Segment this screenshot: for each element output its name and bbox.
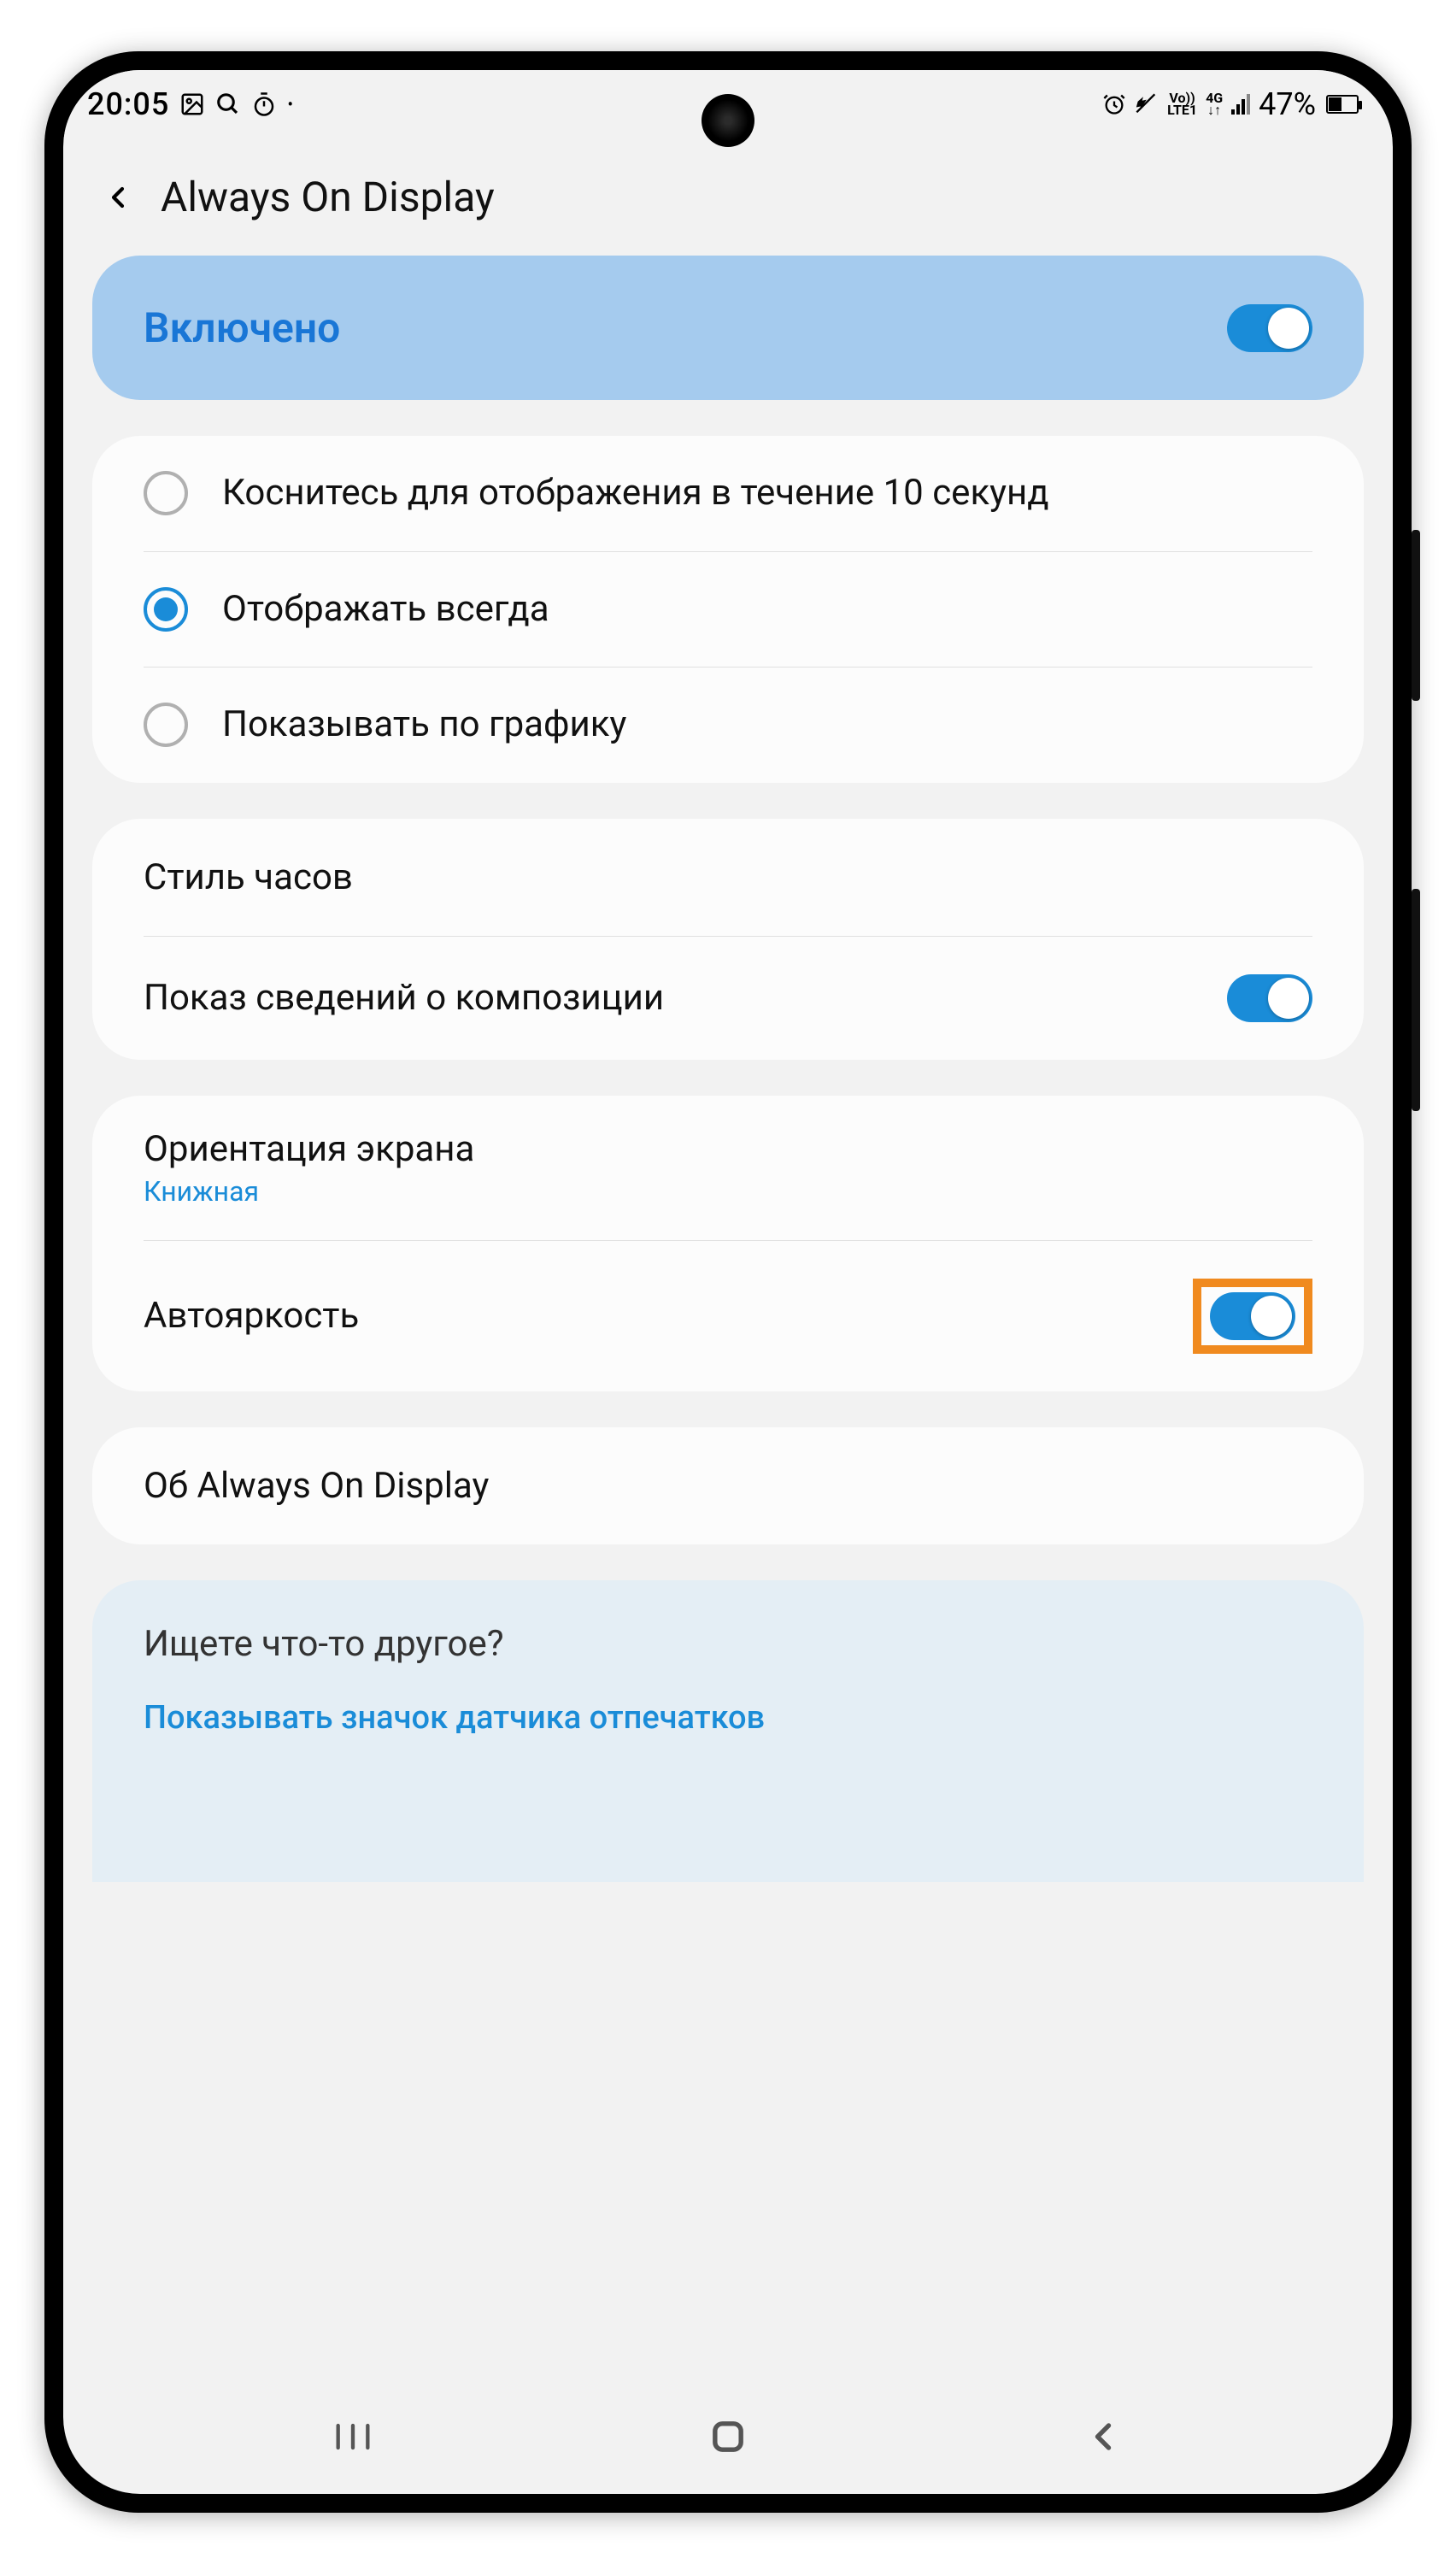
display-mode-card: Коснитесь для отображения в течение 10 с… bbox=[92, 436, 1364, 783]
enabled-label: Включено bbox=[144, 303, 340, 352]
enabled-card[interactable]: Включено bbox=[92, 256, 1364, 400]
music-info-toggle[interactable] bbox=[1227, 974, 1312, 1022]
help-title: Ищете что-то другое? bbox=[144, 1623, 1312, 1665]
vibrate-icon bbox=[1135, 92, 1159, 116]
about-card: Об Always On Display bbox=[92, 1427, 1364, 1544]
radio-icon bbox=[144, 703, 188, 747]
setting-label: Стиль часов bbox=[144, 856, 353, 898]
screen: 20:05 • Vo))LTE1 bbox=[63, 70, 1393, 2494]
radio-icon bbox=[144, 471, 188, 515]
settings-card-1: Стиль часов Показ сведений о композиции bbox=[92, 819, 1364, 1060]
home-icon[interactable] bbox=[706, 2414, 750, 2462]
alarm-icon bbox=[1102, 92, 1126, 116]
volume-button bbox=[1412, 530, 1420, 701]
radio-label: Отображать всегда bbox=[222, 586, 549, 633]
network-icon: 4G↓↑ bbox=[1206, 92, 1223, 117]
radio-label: Показывать по графику bbox=[222, 702, 626, 749]
content: Включено Коснитесь для отображения в теч… bbox=[63, 256, 1393, 2494]
signal-icon bbox=[1231, 94, 1250, 115]
power-button bbox=[1412, 889, 1420, 1111]
setting-label: Ориентация экрана bbox=[144, 1128, 1312, 1170]
back-icon[interactable] bbox=[101, 180, 135, 215]
battery-icon bbox=[1326, 95, 1359, 114]
orientation-row[interactable]: Ориентация экрана Книжная bbox=[92, 1096, 1364, 1240]
radio-label: Коснитесь для отображения в течение 10 с… bbox=[222, 470, 1049, 517]
settings-card-2: Ориентация экрана Книжная Автояркость bbox=[92, 1096, 1364, 1391]
highlight-box bbox=[1193, 1279, 1312, 1354]
radio-option-always[interactable]: Отображать всегда bbox=[92, 552, 1364, 667]
navigation-bar bbox=[63, 2391, 1393, 2485]
volte-icon: Vo))LTE1 bbox=[1167, 92, 1197, 117]
setting-label: Автояркость bbox=[144, 1295, 359, 1337]
auto-brightness-row[interactable]: Автояркость bbox=[92, 1241, 1364, 1391]
about-row[interactable]: Об Always On Display bbox=[92, 1427, 1364, 1544]
battery-percent: 47% bbox=[1259, 86, 1316, 122]
status-time: 20:05 bbox=[87, 86, 169, 122]
header: Always On Display bbox=[63, 138, 1393, 256]
radio-icon bbox=[144, 587, 188, 632]
help-card: Ищете что-то другое? Показывать значок д… bbox=[92, 1580, 1364, 1882]
search-icon bbox=[215, 91, 241, 117]
setting-label: Об Always On Display bbox=[144, 1465, 489, 1507]
recents-icon[interactable] bbox=[331, 2414, 375, 2462]
camera-hole bbox=[702, 94, 754, 147]
gallery-icon bbox=[179, 91, 205, 117]
stopwatch-icon bbox=[251, 91, 277, 117]
page-title: Always On Display bbox=[161, 173, 495, 221]
dot-icon: • bbox=[287, 94, 293, 115]
radio-option-tap[interactable]: Коснитесь для отображения в течение 10 с… bbox=[92, 436, 1364, 551]
enabled-toggle[interactable] bbox=[1227, 304, 1312, 352]
setting-label: Показ сведений о композиции bbox=[144, 977, 664, 1019]
radio-option-schedule[interactable]: Показывать по графику bbox=[92, 667, 1364, 783]
music-info-row[interactable]: Показ сведений о композиции bbox=[92, 937, 1364, 1060]
status-left: 20:05 • bbox=[87, 86, 293, 122]
back-nav-icon[interactable] bbox=[1081, 2414, 1125, 2462]
auto-brightness-toggle[interactable] bbox=[1210, 1292, 1295, 1340]
phone-frame: 20:05 • Vo))LTE1 bbox=[44, 51, 1412, 2513]
clock-style-row[interactable]: Стиль часов bbox=[92, 819, 1364, 936]
status-right: Vo))LTE1 4G↓↑ 47% bbox=[1102, 86, 1359, 122]
help-link[interactable]: Показывать значок датчика отпечатков bbox=[144, 1699, 1312, 1737]
setting-value: Книжная bbox=[144, 1175, 1312, 1208]
